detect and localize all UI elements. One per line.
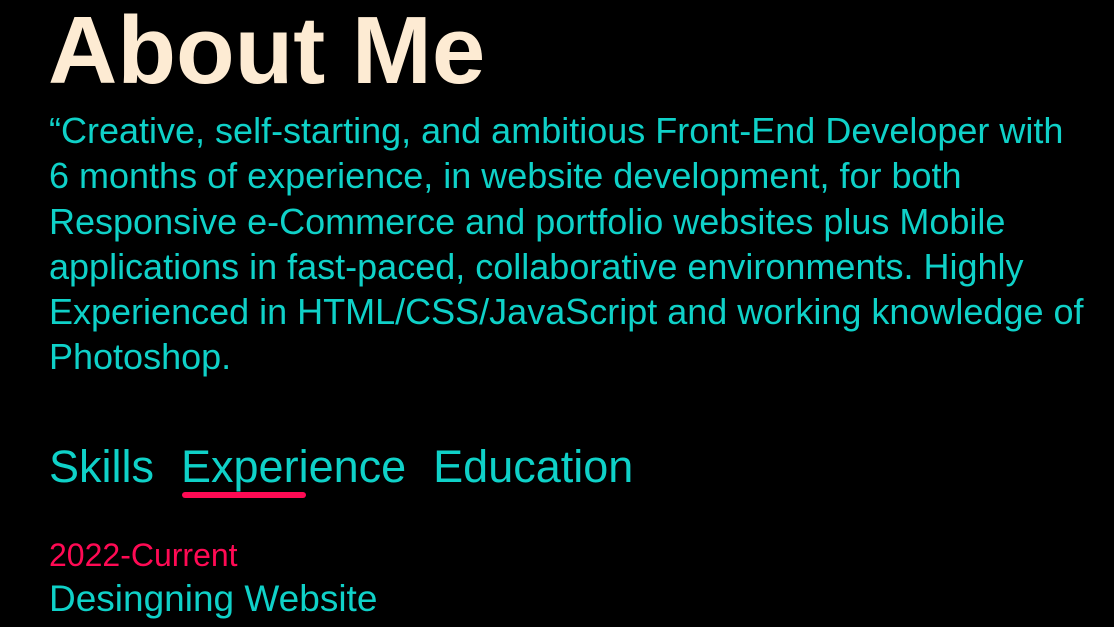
experience-title: Desingning Website <box>49 578 378 619</box>
tab-education[interactable]: Education <box>433 440 633 494</box>
about-bio: “Creative, self-starting, and ambitious … <box>49 110 1084 378</box>
tab-experience[interactable]: Experience <box>181 440 407 498</box>
tab-bar: Skills Experience Education <box>49 440 633 498</box>
experience-date: 2022-Current <box>49 537 238 573</box>
page-title: About Me <box>48 0 486 104</box>
tab-skills[interactable]: Skills <box>49 440 154 494</box>
active-tab-underline <box>182 492 307 498</box>
tab-experience-label: Experience <box>181 441 407 492</box>
